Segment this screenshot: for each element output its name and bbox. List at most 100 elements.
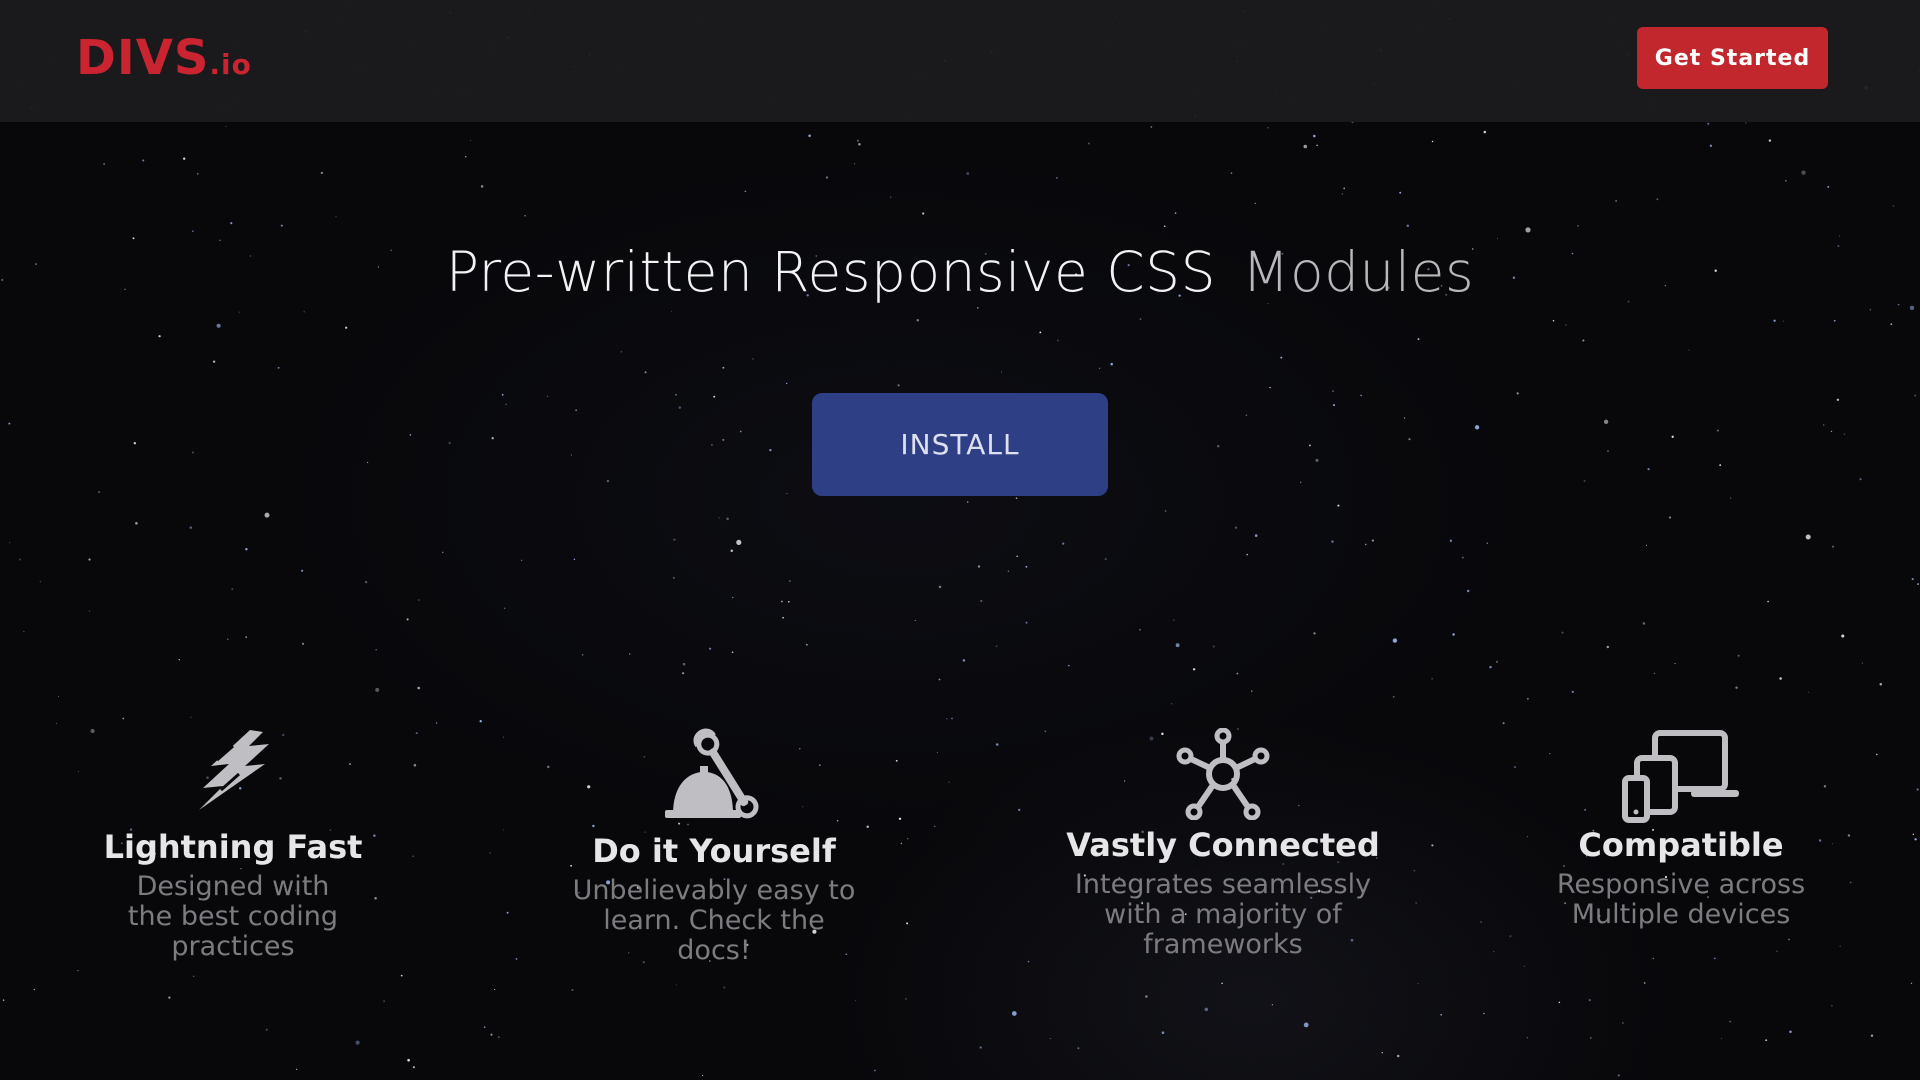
star [854, 1000, 857, 1002]
star [1300, 481, 1302, 483]
star [1173, 619, 1175, 621]
star [1431, 140, 1434, 143]
star [1823, 424, 1825, 426]
star [1007, 570, 1010, 573]
star [1730, 497, 1732, 499]
star [280, 224, 283, 227]
star [938, 678, 941, 681]
star [1861, 662, 1864, 664]
star [1204, 1007, 1209, 1012]
star [673, 538, 676, 541]
star [752, 358, 754, 360]
star [1404, 417, 1406, 419]
star [1909, 305, 1915, 311]
star [97, 490, 101, 494]
star [418, 599, 420, 601]
star [1192, 668, 1196, 671]
star [730, 549, 734, 552]
star [183, 157, 186, 160]
star [723, 986, 726, 989]
star [1729, 1020, 1732, 1023]
star [1714, 957, 1716, 960]
star [571, 989, 574, 992]
star [1589, 1036, 1592, 1039]
star [1001, 371, 1003, 373]
star [977, 565, 981, 568]
hero-title-primary: Pre-written Responsive CSS [445, 240, 1216, 304]
devices-icon [1622, 730, 1739, 823]
star [1236, 672, 1239, 675]
star [1440, 1013, 1443, 1016]
star [936, 751, 938, 754]
star [1251, 690, 1253, 692]
star [412, 1066, 415, 1069]
brand-logo[interactable]: DIVS.io [76, 30, 252, 86]
star [905, 998, 907, 1000]
star [1917, 583, 1919, 586]
star [1914, 394, 1917, 397]
star [406, 618, 409, 621]
star [769, 448, 772, 452]
star [1049, 1038, 1051, 1040]
star [225, 126, 227, 128]
star [786, 493, 788, 495]
star [1246, 553, 1248, 556]
star [168, 996, 171, 999]
star [1615, 200, 1617, 202]
lightning-icon [199, 730, 269, 810]
star [1916, 788, 1919, 791]
star [18, 558, 22, 561]
star [1139, 628, 1141, 631]
star [1671, 435, 1674, 438]
star [1833, 319, 1836, 322]
star [675, 393, 677, 396]
star [1784, 179, 1787, 182]
star [1674, 663, 1676, 665]
star [1910, 982, 1913, 984]
star [1779, 677, 1782, 680]
star [644, 371, 647, 374]
feature-description: Integrates seamlessly with a majority of… [1074, 869, 1372, 960]
star [966, 172, 970, 176]
get-started-button[interactable]: Get Started [1637, 27, 1828, 89]
star [1719, 464, 1722, 467]
star [1068, 664, 1070, 667]
star [494, 988, 496, 990]
star [1365, 543, 1367, 546]
feature-title: Do it Yourself [592, 832, 836, 870]
star [133, 441, 137, 445]
star [678, 406, 682, 409]
star [1843, 433, 1846, 435]
star [503, 607, 506, 609]
star [1392, 638, 1398, 643]
star [606, 479, 610, 483]
star [502, 736, 505, 738]
star [1805, 534, 1811, 540]
star [216, 323, 221, 328]
star [1622, 1022, 1624, 1024]
star [300, 569, 304, 572]
star [1588, 998, 1591, 1002]
star [192, 975, 195, 977]
star [856, 139, 859, 142]
star [1392, 695, 1395, 698]
star [23, 630, 25, 632]
star [1890, 323, 1893, 326]
feature-title: Vastly Connected [1066, 826, 1380, 864]
star [1617, 1074, 1620, 1077]
hero-title: Pre-written Responsive CSS Modules [0, 240, 1920, 304]
star [722, 366, 725, 369]
star [231, 588, 234, 591]
feature-title: Lightning Fast [103, 828, 363, 866]
star [1489, 665, 1492, 669]
star [1164, 510, 1167, 512]
star [1606, 645, 1610, 649]
star [1271, 1004, 1274, 1006]
star [629, 653, 631, 655]
star [1027, 960, 1030, 963]
install-button[interactable]: INSTALL [812, 393, 1108, 496]
star [1399, 191, 1402, 194]
star [1841, 634, 1845, 638]
star [409, 434, 412, 436]
star [1018, 808, 1021, 812]
